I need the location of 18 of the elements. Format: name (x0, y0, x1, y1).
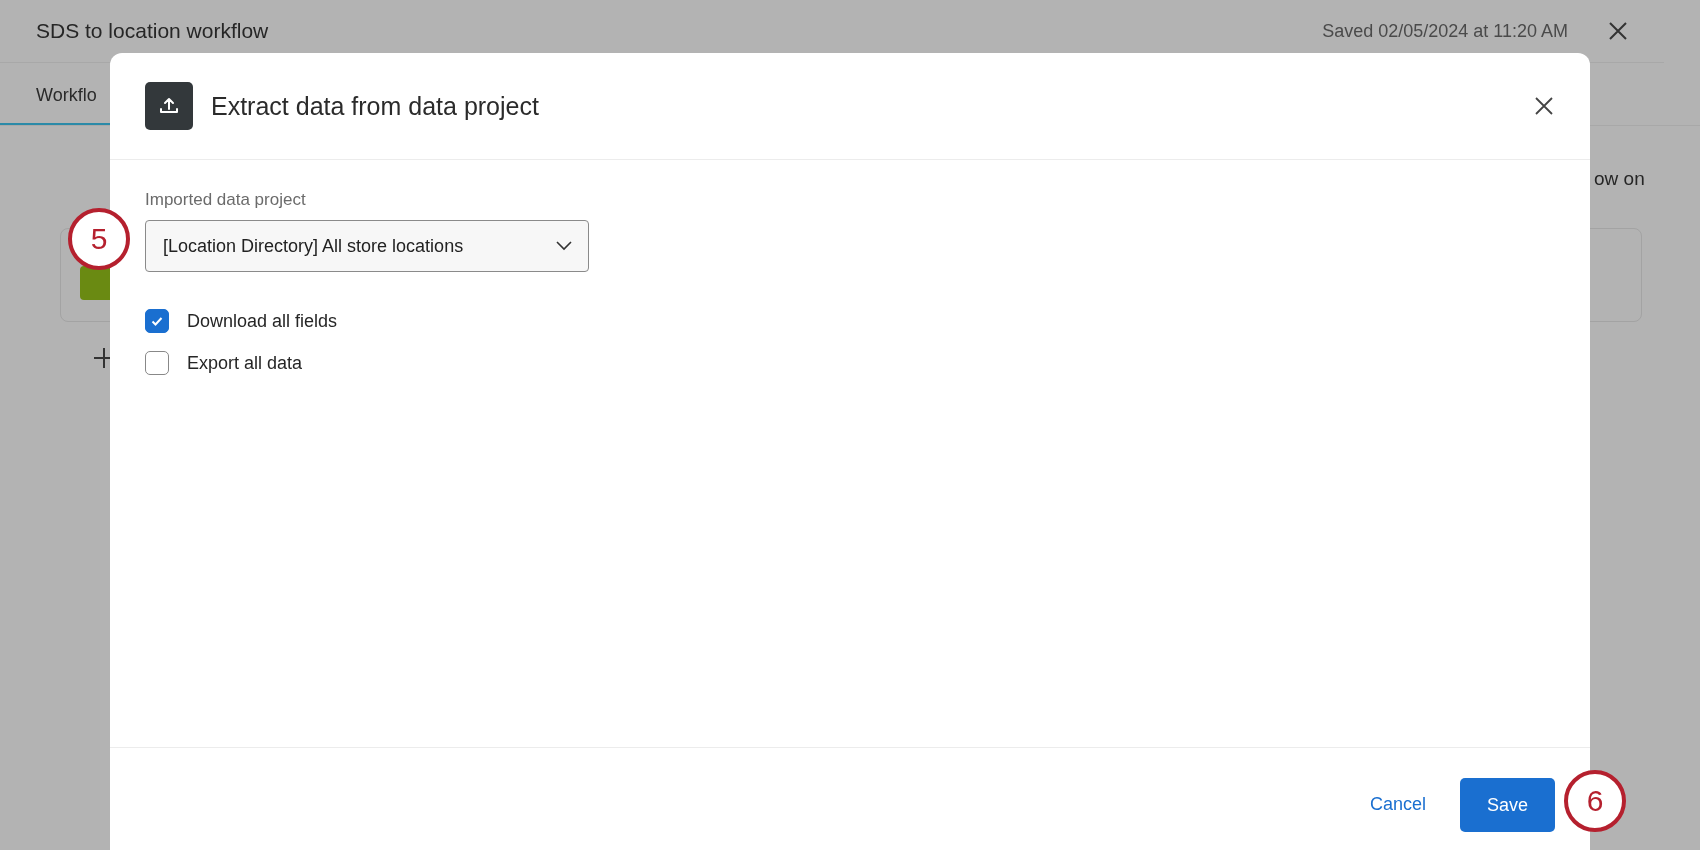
checkbox[interactable] (145, 309, 169, 333)
page-title: SDS to location workflow (36, 19, 270, 43)
checkbox-label: Download all fields (187, 310, 338, 332)
cancel-button[interactable]: Cancel (1369, 794, 1426, 815)
project-dropdown[interactable]: [Location Directory] All store locations (145, 220, 589, 272)
close-icon[interactable] (1534, 96, 1554, 116)
checkbox[interactable] (145, 351, 169, 375)
step-marker: 5 (68, 208, 130, 270)
close-icon[interactable] (1608, 21, 1628, 41)
side-text: ow on (1594, 168, 1645, 190)
dialog-title: Extract data from data project (211, 91, 540, 121)
step-marker: 6 (1564, 770, 1626, 832)
checkbox-label: Export all data (187, 352, 303, 374)
field-label: Imported data project (145, 190, 306, 210)
saved-status: Saved 02/05/2024 at 11:20 AM (1322, 20, 1568, 42)
save-button[interactable]: Save (1460, 778, 1555, 832)
upload-icon (145, 82, 193, 130)
chevron-down-icon (556, 241, 572, 251)
